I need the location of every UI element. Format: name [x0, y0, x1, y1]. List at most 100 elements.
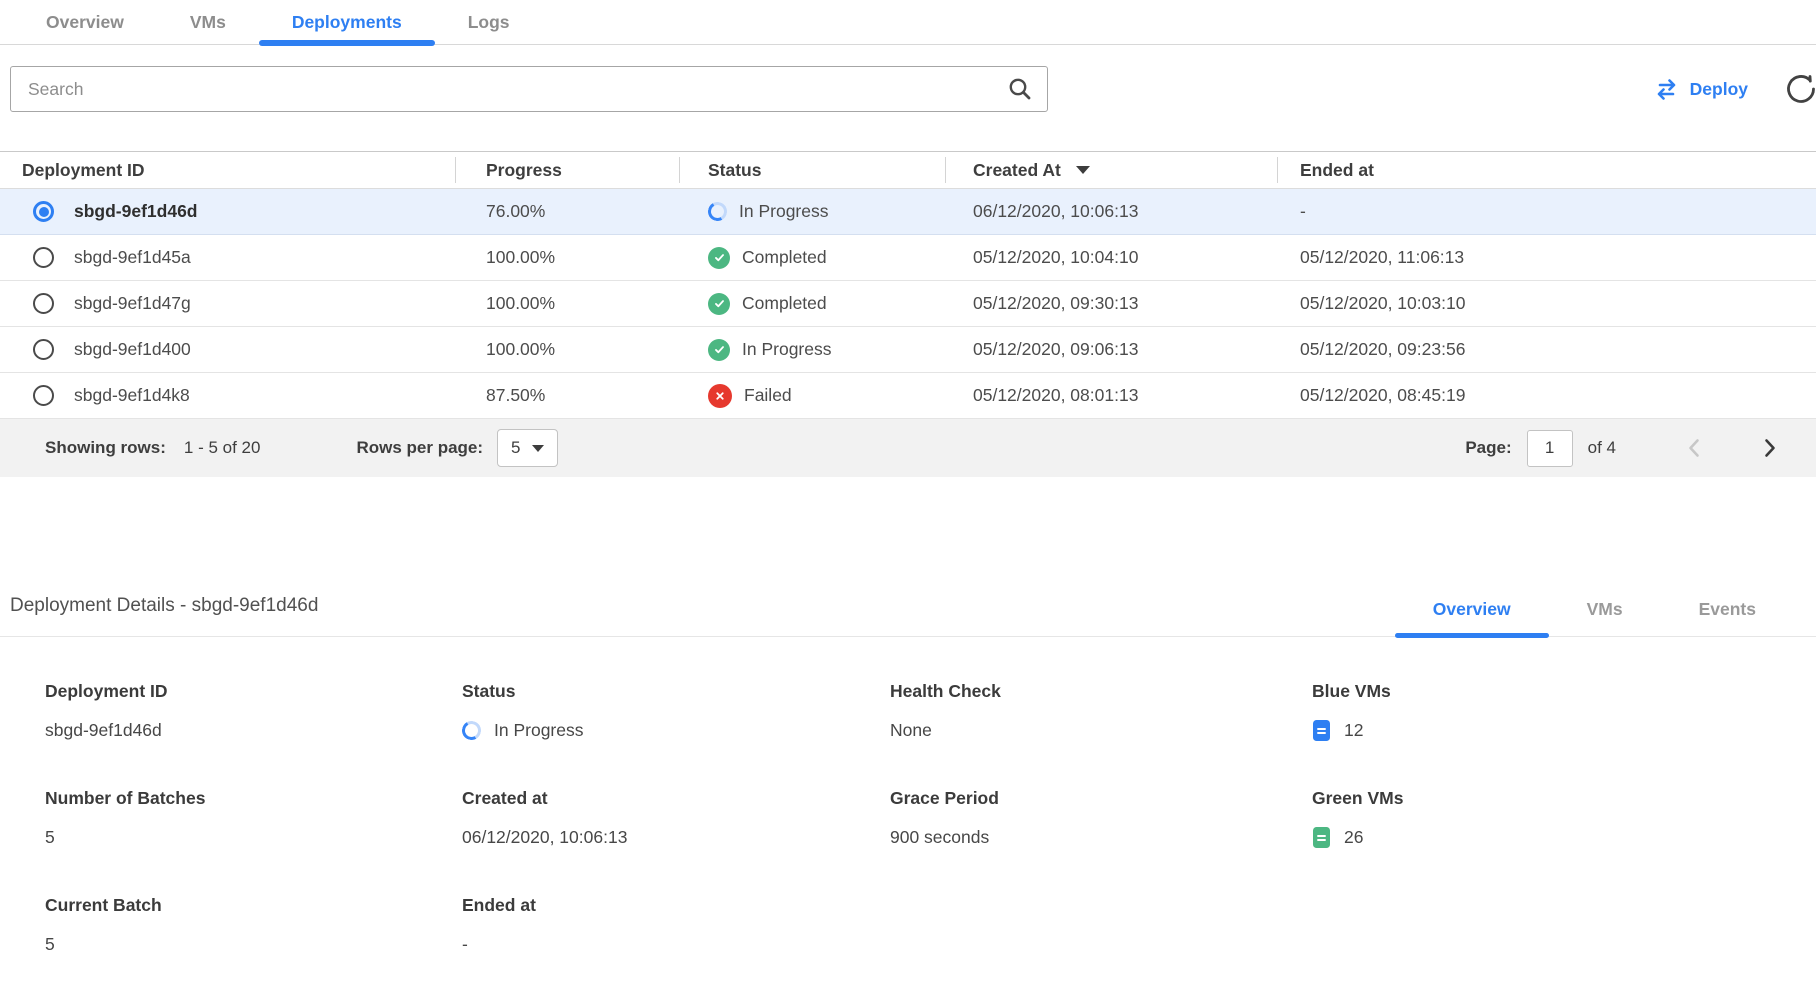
- tab-logs-label: Logs: [468, 12, 510, 33]
- rows-per-page-select[interactable]: 5: [497, 429, 557, 467]
- column-header-created-at[interactable]: Created At: [945, 152, 1277, 188]
- ended-at-cell: 05/12/2020, 09:23:56: [1277, 339, 1816, 360]
- created-at-cell: 06/12/2020, 10:06:13: [945, 201, 1277, 222]
- tab-overview[interactable]: Overview: [13, 0, 157, 44]
- tab-overview-label: Overview: [46, 12, 124, 33]
- rows-per-page-value: 5: [511, 438, 520, 458]
- progress-cell: 87.50%: [455, 385, 679, 406]
- details-header: Deployment Details - sbgd-9ef1d46d Overv…: [0, 595, 1816, 637]
- deploy-button[interactable]: Deploy: [1653, 79, 1748, 100]
- check-circle-icon: [708, 247, 730, 269]
- tab-deployments[interactable]: Deployments: [259, 0, 435, 44]
- field-number-of-batches: Number of Batches 5: [45, 788, 462, 849]
- row-radio-selected[interactable]: [33, 201, 54, 222]
- ended-at-cell: 05/12/2020, 11:06:13: [1277, 247, 1816, 268]
- field-ended-at: Ended at -: [462, 895, 890, 956]
- column-label: Deployment ID: [22, 160, 145, 181]
- status-label: Failed: [744, 385, 792, 406]
- field-deployment-id: Deployment ID sbgd-9ef1d46d: [45, 681, 462, 742]
- table-row[interactable]: sbgd-9ef1d400 100.00% In Progress 05/12/…: [0, 327, 1816, 373]
- details-tab-events[interactable]: Events: [1661, 599, 1794, 636]
- status-cell: Failed: [679, 384, 945, 408]
- table-header: Deployment ID Progress Status Created At…: [0, 151, 1816, 189]
- status-label: Completed: [742, 293, 827, 314]
- showing-rows-value: 1 - 5 of 20: [184, 438, 261, 458]
- status-label: In Progress: [742, 339, 831, 360]
- ended-at-cell: 05/12/2020, 10:03:10: [1277, 293, 1816, 314]
- field-label: Deployment ID: [45, 681, 462, 702]
- refresh-icon[interactable]: [1784, 72, 1816, 106]
- deployment-id-cell: sbgd-9ef1d45a: [0, 247, 455, 268]
- progress-cell: 100.00%: [455, 247, 679, 268]
- chevron-left-icon[interactable]: [1684, 436, 1704, 460]
- column-label: Status: [708, 160, 761, 181]
- status-cell: Completed: [679, 293, 945, 315]
- field-value: 5: [45, 825, 462, 849]
- column-header-ended-at: Ended at: [1277, 152, 1816, 188]
- field-blue-vms: Blue VMs 12: [1312, 681, 1816, 742]
- table-footer: Showing rows: 1 - 5 of 20 Rows per page:…: [0, 419, 1816, 477]
- row-radio[interactable]: [33, 385, 54, 406]
- page-label: Page:: [1465, 438, 1511, 458]
- details-title: Deployment Details - sbgd-9ef1d46d: [10, 595, 318, 636]
- column-header-progress: Progress: [455, 152, 679, 188]
- status-value: In Progress: [494, 720, 583, 741]
- table-row[interactable]: sbgd-9ef1d46d 76.00% In Progress 06/12/2…: [0, 189, 1816, 235]
- table-row[interactable]: sbgd-9ef1d4k8 87.50% Failed 05/12/2020, …: [0, 373, 1816, 419]
- field-label: Grace Period: [890, 788, 1312, 809]
- column-label: Progress: [486, 160, 562, 181]
- swap-horizontal-icon: [1653, 79, 1680, 100]
- deployment-id: sbgd-9ef1d4k8: [74, 385, 190, 406]
- field-value: None: [890, 718, 1312, 742]
- field-health-check: Health Check None: [890, 681, 1312, 742]
- search-icon[interactable]: [1007, 76, 1033, 102]
- tab-vms[interactable]: VMs: [157, 0, 259, 44]
- check-circle-icon: [708, 293, 730, 315]
- progress-cell: 100.00%: [455, 293, 679, 314]
- check-circle-icon: [708, 339, 730, 361]
- row-radio[interactable]: [33, 293, 54, 314]
- field-label: Health Check: [890, 681, 1312, 702]
- deployment-id: sbgd-9ef1d400: [74, 339, 191, 360]
- deployment-id-cell: sbgd-9ef1d4k8: [0, 385, 455, 406]
- field-label: Status: [462, 681, 890, 702]
- blue-vms-count: 12: [1344, 720, 1363, 741]
- field-value: 26: [1312, 825, 1816, 849]
- created-at-cell: 05/12/2020, 09:30:13: [945, 293, 1277, 314]
- field-label: Ended at: [462, 895, 890, 916]
- column-label: Created At: [973, 160, 1061, 181]
- status-cell: In Progress: [679, 201, 945, 222]
- field-grace-period: Grace Period 900 seconds: [890, 788, 1312, 849]
- details-tab-label: Events: [1699, 599, 1756, 619]
- created-at-cell: 05/12/2020, 10:04:10: [945, 247, 1277, 268]
- status-cell: In Progress: [679, 339, 945, 361]
- details-grid: Deployment ID sbgd-9ef1d46d Status In Pr…: [0, 681, 1816, 956]
- field-label: Created at: [462, 788, 890, 809]
- details-tab-vms[interactable]: VMs: [1549, 599, 1661, 636]
- deployment-id-cell: sbgd-9ef1d47g: [0, 293, 455, 314]
- table-row[interactable]: sbgd-9ef1d47g 100.00% Completed 05/12/20…: [0, 281, 1816, 327]
- status-label: Completed: [742, 247, 827, 268]
- details-tab-overview[interactable]: Overview: [1395, 599, 1549, 636]
- field-value: In Progress: [462, 718, 890, 742]
- tab-logs[interactable]: Logs: [435, 0, 543, 44]
- search-input[interactable]: [10, 66, 1048, 112]
- field-value: -: [462, 932, 890, 956]
- chevron-right-icon[interactable]: [1760, 436, 1780, 460]
- progress-cell: 100.00%: [455, 339, 679, 360]
- page-total: of 4: [1588, 438, 1616, 458]
- table-row[interactable]: sbgd-9ef1d45a 100.00% Completed 05/12/20…: [0, 235, 1816, 281]
- field-value: 06/12/2020, 10:06:13: [462, 825, 890, 849]
- column-label: Ended at: [1300, 160, 1374, 181]
- page-number-input[interactable]: [1527, 430, 1573, 467]
- field-value: sbgd-9ef1d46d: [45, 718, 462, 742]
- in-progress-spinner-icon: [460, 718, 483, 741]
- tab-vms-label: VMs: [190, 12, 226, 33]
- field-label: Blue VMs: [1312, 681, 1816, 702]
- field-value: 12: [1312, 718, 1816, 742]
- deployment-id-cell: sbgd-9ef1d46d: [0, 201, 455, 222]
- sort-caret-down-icon[interactable]: [1076, 166, 1090, 174]
- row-radio[interactable]: [33, 247, 54, 268]
- created-at-cell: 05/12/2020, 09:06:13: [945, 339, 1277, 360]
- row-radio[interactable]: [33, 339, 54, 360]
